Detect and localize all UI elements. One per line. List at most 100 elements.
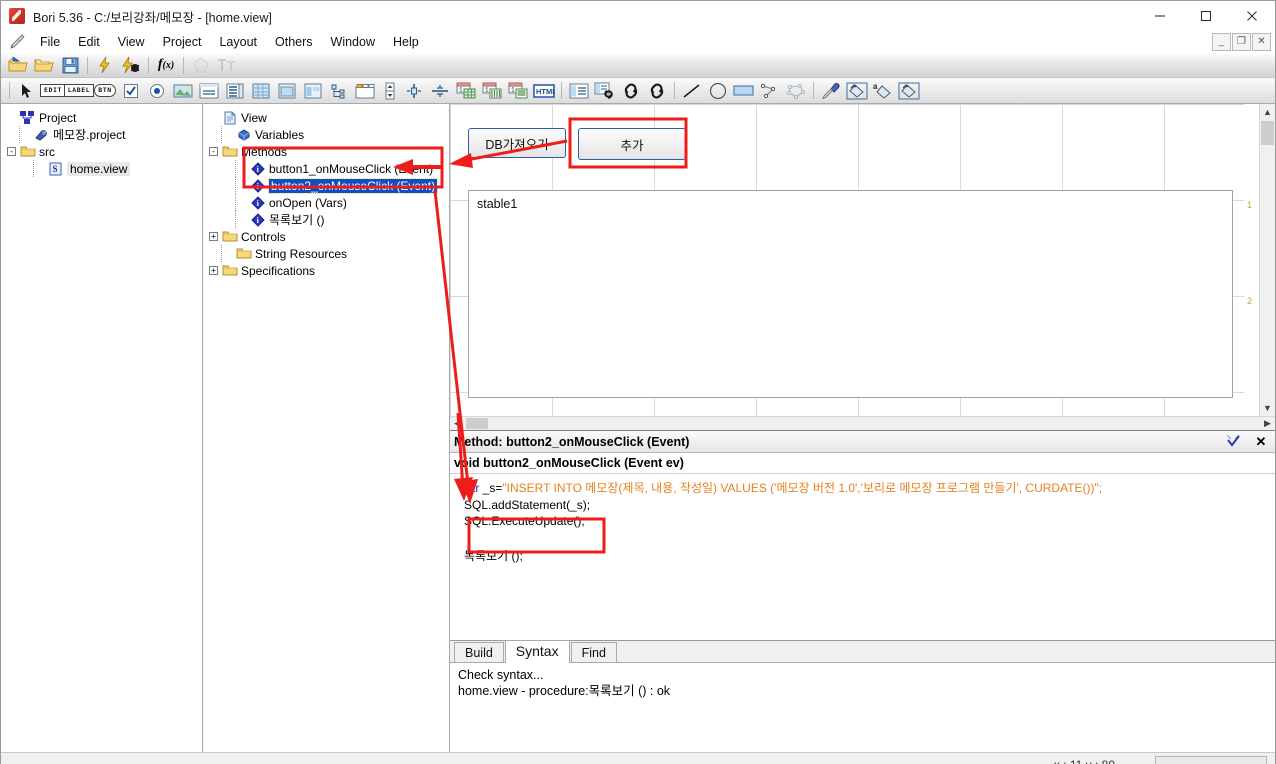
stable1-control[interactable]: stable1	[468, 190, 1233, 398]
tree-label: onOpen (Vars)	[269, 195, 347, 210]
scroll-up-arrow[interactable]: ▲	[1260, 104, 1275, 120]
open-folder-icon[interactable]	[31, 53, 57, 77]
code-editor[interactable]: Str _s="INSERT INTO 메모장(제목, 내용, 작성일) VAL…	[450, 474, 1275, 640]
dataview-control-icon[interactable]	[274, 79, 300, 103]
tree-node-project-file[interactable]: 메모장.project	[1, 126, 202, 143]
tab-find[interactable]: Find	[570, 642, 617, 662]
add-button[interactable]: 추가	[578, 128, 686, 160]
run-icon[interactable]	[92, 53, 118, 77]
svg-text:HTML: HTML	[536, 87, 555, 96]
grid-control-icon[interactable]	[248, 79, 274, 103]
eyedropper-icon[interactable]	[818, 79, 844, 103]
fill-color-icon[interactable]	[844, 79, 870, 103]
tree-node-home-view[interactable]: S home.view	[1, 160, 202, 177]
text-color-icon[interactable]: a	[870, 79, 896, 103]
scroll-down-arrow[interactable]: ▼	[1260, 400, 1275, 416]
rect-tool-icon[interactable]	[731, 79, 757, 103]
tree-node-project[interactable]: Project	[1, 109, 202, 126]
output-panel: Build Syntax Find Check syntax... home.v…	[450, 640, 1275, 752]
db-list-icon[interactable]: 1	[505, 79, 531, 103]
menu-window[interactable]: Window	[322, 33, 384, 51]
link-alt-icon[interactable]	[644, 79, 670, 103]
vsplit-icon[interactable]	[401, 79, 427, 103]
tab-build[interactable]: Build	[454, 642, 504, 662]
polygon-tool-icon[interactable]	[783, 79, 809, 103]
vertical-ruler: 1 2	[1244, 104, 1259, 416]
tree-node-controls[interactable]: + Controls	[203, 228, 449, 245]
open-project-icon[interactable]	[5, 53, 31, 77]
line-tool-icon[interactable]	[679, 79, 705, 103]
tree-node-view[interactable]: View	[203, 109, 449, 126]
maximize-button[interactable]	[1183, 1, 1229, 31]
menu-others[interactable]: Others	[266, 33, 322, 51]
scroll-left-arrow[interactable]: ◀	[450, 418, 465, 429]
edit-control-icon[interactable]: EDIT	[39, 79, 67, 103]
canvas-vertical-scrollbar[interactable]: ▲ ▼	[1259, 104, 1275, 416]
method-tree-panel[interactable]: View Variables - Methods i button1_onMou…	[203, 104, 450, 752]
tree-label: home.view	[67, 161, 131, 176]
status-bar: x : 11 y : 80	[1, 752, 1275, 764]
ellipse-tool-icon[interactable]	[705, 79, 731, 103]
tree-node-specifications[interactable]: + Specifications	[203, 262, 449, 279]
canvas-horizontal-scrollbar[interactable]: ◀ ▶	[450, 416, 1275, 430]
function-icon[interactable]: f(x)	[153, 53, 179, 77]
close-button[interactable]	[1229, 1, 1275, 31]
design-canvas[interactable]: DB가져오기 추가 stable1	[450, 104, 1244, 416]
tree-node-moklokbogi[interactable]: i 목록보기 ()	[203, 211, 449, 228]
image-control-icon[interactable]	[170, 79, 196, 103]
menu-edit[interactable]: Edit	[69, 33, 109, 51]
tree-node-methods[interactable]: - Methods	[203, 143, 449, 160]
tab-control-icon[interactable]	[352, 79, 378, 103]
html-control-icon[interactable]: HTML	[531, 79, 557, 103]
hsplit-icon[interactable]	[427, 79, 453, 103]
menu-layout[interactable]: Layout	[210, 33, 266, 51]
tree-node-button2-onmouseclick[interactable]: i button2_onMouseClick (Event)	[203, 177, 449, 194]
menu-file[interactable]: File	[31, 33, 69, 51]
tree-node-src[interactable]: - src	[1, 143, 202, 160]
menu-help[interactable]: Help	[384, 33, 428, 51]
db-grid-icon[interactable]: 1	[453, 79, 479, 103]
label-control-icon[interactable]: LABEL	[63, 79, 95, 103]
save-icon[interactable]	[57, 53, 83, 77]
mdi-restore-button[interactable]: ❐	[1232, 33, 1251, 51]
splitview-control-icon[interactable]	[300, 79, 326, 103]
spinner-control-icon[interactable]	[378, 79, 401, 103]
link-form-icon[interactable]	[592, 79, 618, 103]
tree-node-onopen[interactable]: i onOpen (Vars)	[203, 194, 449, 211]
debug-icon[interactable]	[118, 53, 144, 77]
panel-control-icon[interactable]	[196, 79, 222, 103]
tree-node-string-resources[interactable]: String Resources	[203, 245, 449, 262]
title-bar: Bori 5.36 - C:/보리강좌/메모장 - [home.view]	[1, 1, 1275, 31]
checkbox-control-icon[interactable]	[118, 79, 144, 103]
syntax-check-icon[interactable]	[1219, 433, 1247, 451]
link-icon[interactable]	[618, 79, 644, 103]
close-icon[interactable]: ✕	[1247, 434, 1275, 450]
scroll-thumb[interactable]	[1261, 121, 1274, 145]
menu-project[interactable]: Project	[154, 33, 211, 51]
treeview-control-icon[interactable]	[326, 79, 352, 103]
project-tree-panel[interactable]: Project 메모장.project - src S home.view	[1, 104, 203, 752]
tree-expander[interactable]: -	[7, 147, 16, 156]
tab-syntax[interactable]: Syntax	[504, 640, 570, 663]
mdi-close-button[interactable]: ✕	[1252, 33, 1271, 51]
tree-node-button1-onmouseclick[interactable]: i button1_onMouseClick (Event)	[203, 160, 449, 177]
tree-expander[interactable]: +	[209, 232, 218, 241]
db-table-icon[interactable]: 1	[479, 79, 505, 103]
tree-node-variables[interactable]: Variables	[203, 126, 449, 143]
tree-expander[interactable]: -	[209, 147, 218, 156]
menu-view[interactable]: View	[109, 33, 154, 51]
bg-color-icon[interactable]	[896, 79, 922, 103]
form-control-icon[interactable]	[566, 79, 592, 103]
scroll-thumb[interactable]	[466, 418, 488, 429]
scroll-right-arrow[interactable]: ▶	[1260, 418, 1275, 429]
db-import-button[interactable]: DB가져오기	[468, 128, 566, 158]
mdi-minimize-button[interactable]: _	[1212, 33, 1231, 51]
radio-control-icon[interactable]	[144, 79, 170, 103]
select-pointer-icon[interactable]	[14, 79, 40, 103]
polyline-tool-icon[interactable]	[757, 79, 783, 103]
listview-control-icon[interactable]	[222, 79, 248, 103]
button-control-icon[interactable]: BTN	[92, 79, 118, 103]
project-file-icon	[33, 127, 50, 142]
minimize-button[interactable]	[1137, 1, 1183, 31]
tree-expander[interactable]: +	[209, 266, 218, 275]
